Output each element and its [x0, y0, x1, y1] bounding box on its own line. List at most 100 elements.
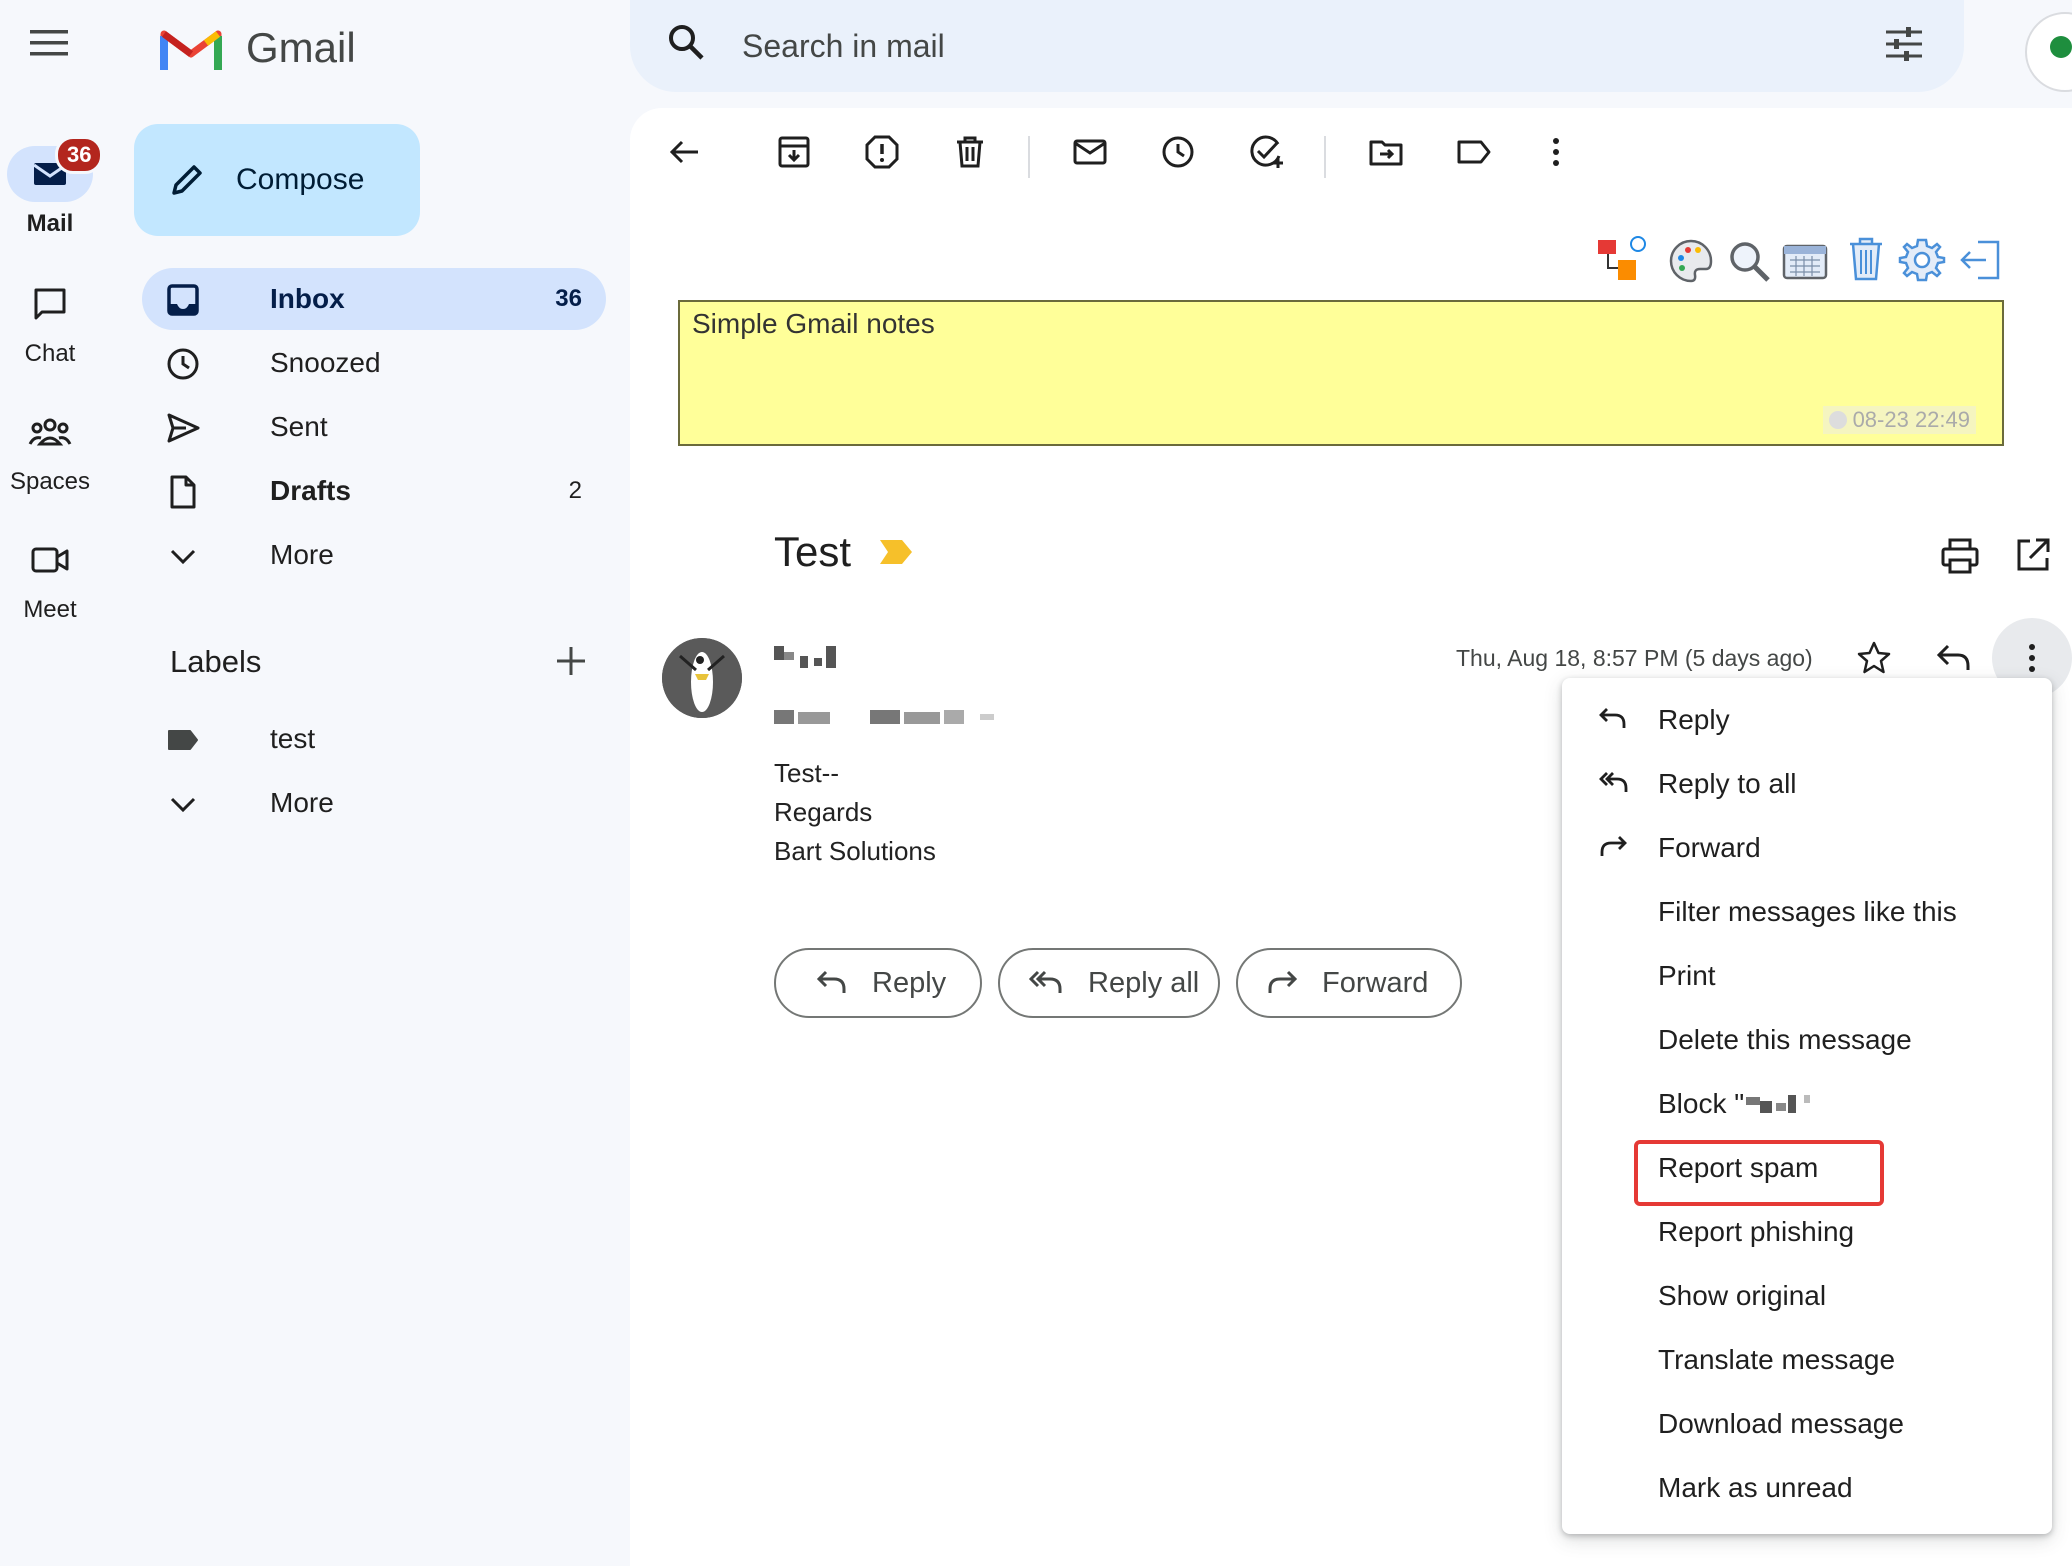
- mail-unread-badge: 36: [55, 136, 104, 174]
- status-indicator: [2050, 36, 2072, 58]
- reply-button[interactable]: Reply: [774, 948, 982, 1018]
- delete-icon[interactable]: [952, 134, 988, 170]
- mark-unread-icon[interactable]: [1072, 134, 1108, 170]
- search-options-icon[interactable]: [1884, 24, 1924, 64]
- reply-label: Reply: [872, 966, 947, 999]
- archive-icon[interactable]: [776, 134, 812, 170]
- menu-item-label: Mark as unread: [1658, 1472, 1853, 1503]
- menu-item-label: Delete this message: [1658, 1024, 1912, 1055]
- forward-button[interactable]: Forward: [1236, 948, 1462, 1018]
- back-arrow-icon[interactable]: [666, 134, 702, 170]
- forward-label: Forward: [1322, 966, 1429, 999]
- nav-item-inbox[interactable]: Inbox 36: [142, 268, 606, 330]
- message-body-line: Test--: [774, 758, 839, 788]
- nav-item-drafts[interactable]: Drafts 2: [142, 460, 606, 522]
- menu-item-label: Reply to all: [1658, 768, 1797, 799]
- reply-all-label: Reply all: [1088, 966, 1200, 999]
- menu-item-delete[interactable]: Delete this message: [1562, 1008, 2052, 1072]
- menu-item-mark-unread[interactable]: Mark as unread: [1562, 1456, 2052, 1520]
- nav-item-more[interactable]: More: [142, 524, 606, 586]
- snooze-icon[interactable]: [1160, 134, 1196, 170]
- nav-item-sent[interactable]: Sent: [142, 396, 606, 458]
- menu-item-label: Block ": [1658, 1088, 1811, 1120]
- chevron-down-icon: [166, 539, 200, 573]
- rail-meet[interactable]: Meet: [0, 532, 100, 624]
- compose-button[interactable]: Compose: [134, 124, 420, 236]
- clock-icon: [166, 347, 200, 381]
- palette-icon[interactable]: [1668, 238, 1714, 284]
- forward-icon: [1598, 834, 1628, 860]
- sender-avatar[interactable]: [662, 638, 742, 718]
- label-icon[interactable]: [1456, 134, 1492, 170]
- rail-meet-label: Meet: [23, 596, 77, 623]
- chevron-down-icon: [166, 787, 200, 821]
- add-to-tasks-icon[interactable]: [1248, 134, 1286, 170]
- nav-item-label: Snoozed: [270, 347, 381, 378]
- notes-search-icon[interactable]: [1726, 238, 1772, 284]
- report-spam-highlight: [1634, 1140, 1884, 1206]
- sender-email-redacted: [774, 708, 998, 726]
- menu-item-print[interactable]: Print: [1562, 944, 2052, 1008]
- inbox-icon: [166, 283, 200, 317]
- check-circle-icon: [1828, 411, 1847, 429]
- label-item-test[interactable]: test: [142, 708, 606, 770]
- app-rail: 36 Mail Chat Spaces Meet: [0, 0, 118, 1566]
- notes-share-icon[interactable]: [1596, 234, 1648, 284]
- menu-item-forward[interactable]: Forward: [1562, 816, 2052, 880]
- menu-item-reply[interactable]: Reply: [1562, 688, 2052, 752]
- menu-item-translate[interactable]: Translate message: [1562, 1328, 2052, 1392]
- labels-more[interactable]: More: [142, 772, 606, 834]
- gmail-logo[interactable]: [160, 26, 222, 72]
- star-icon[interactable]: [1856, 640, 1892, 676]
- spaces-icon: [28, 416, 72, 448]
- menu-item-label: Download message: [1658, 1408, 1904, 1439]
- message-subject: Test: [774, 528, 852, 575]
- menu-item-label: Print: [1658, 960, 1716, 991]
- rail-spaces[interactable]: Spaces: [0, 404, 100, 496]
- logout-icon[interactable]: [1958, 238, 2002, 282]
- labels-more-label: More: [270, 787, 334, 818]
- menu-item-block[interactable]: Block ": [1562, 1072, 2052, 1136]
- message-options-menu: Reply Reply to all Forward Filter messag…: [1562, 678, 2052, 1534]
- reply-icon[interactable]: [1936, 642, 1972, 674]
- rail-chat-label: Chat: [24, 340, 76, 367]
- nav-item-label: Inbox: [270, 283, 345, 314]
- calendar-icon[interactable]: [1782, 240, 1828, 280]
- importance-marker-icon[interactable]: [878, 538, 914, 566]
- menu-item-show-original[interactable]: Show original: [1562, 1264, 2052, 1328]
- reply-all-icon: [1028, 969, 1064, 997]
- print-icon[interactable]: [1940, 536, 1980, 576]
- more-vert-icon: [2014, 640, 2050, 676]
- note-timestamp: 08-23 22:49: [1822, 406, 1976, 434]
- reply-all-button[interactable]: Reply all: [998, 948, 1220, 1018]
- main-menu-icon[interactable]: [30, 28, 70, 58]
- open-new-window-icon[interactable]: [2014, 536, 2052, 574]
- notes-trash-icon[interactable]: [1846, 236, 1886, 282]
- menu-item-label: Translate message: [1658, 1344, 1896, 1375]
- more-vert-icon[interactable]: [1538, 134, 1574, 170]
- report-spam-icon[interactable]: [864, 134, 900, 170]
- message-body-line: Regards: [774, 797, 873, 827]
- move-to-icon[interactable]: [1368, 134, 1404, 170]
- settings-gear-icon[interactable]: [1898, 236, 1946, 284]
- menu-item-filter[interactable]: Filter messages like this: [1562, 880, 2052, 944]
- reply-all-icon: [1598, 770, 1630, 796]
- menu-item-label: Filter messages like this: [1658, 896, 1957, 927]
- search-input[interactable]: Search in mail: [742, 28, 945, 65]
- forward-icon: [1266, 969, 1298, 997]
- menu-item-download[interactable]: Download message: [1562, 1392, 2052, 1456]
- search-icon[interactable]: [666, 22, 706, 62]
- draft-icon: [166, 475, 200, 509]
- video-camera-icon: [30, 545, 70, 575]
- nav-item-snoozed[interactable]: Snoozed: [142, 332, 606, 394]
- rail-mail[interactable]: 36 Mail: [0, 136, 104, 238]
- menu-item-report-phishing[interactable]: Report phishing: [1562, 1200, 2052, 1264]
- add-label-icon[interactable]: [554, 644, 588, 678]
- menu-item-label: Show original: [1658, 1280, 1827, 1311]
- rail-chat[interactable]: Chat: [0, 276, 100, 368]
- gmail-note[interactable]: Simple Gmail notes 08-23 22:49: [678, 300, 2004, 446]
- label-tag-icon: [166, 723, 200, 757]
- menu-item-reply-all[interactable]: Reply to all: [1562, 752, 2052, 816]
- nav-item-count: 2: [568, 477, 582, 504]
- menu-item-label: Forward: [1658, 832, 1761, 863]
